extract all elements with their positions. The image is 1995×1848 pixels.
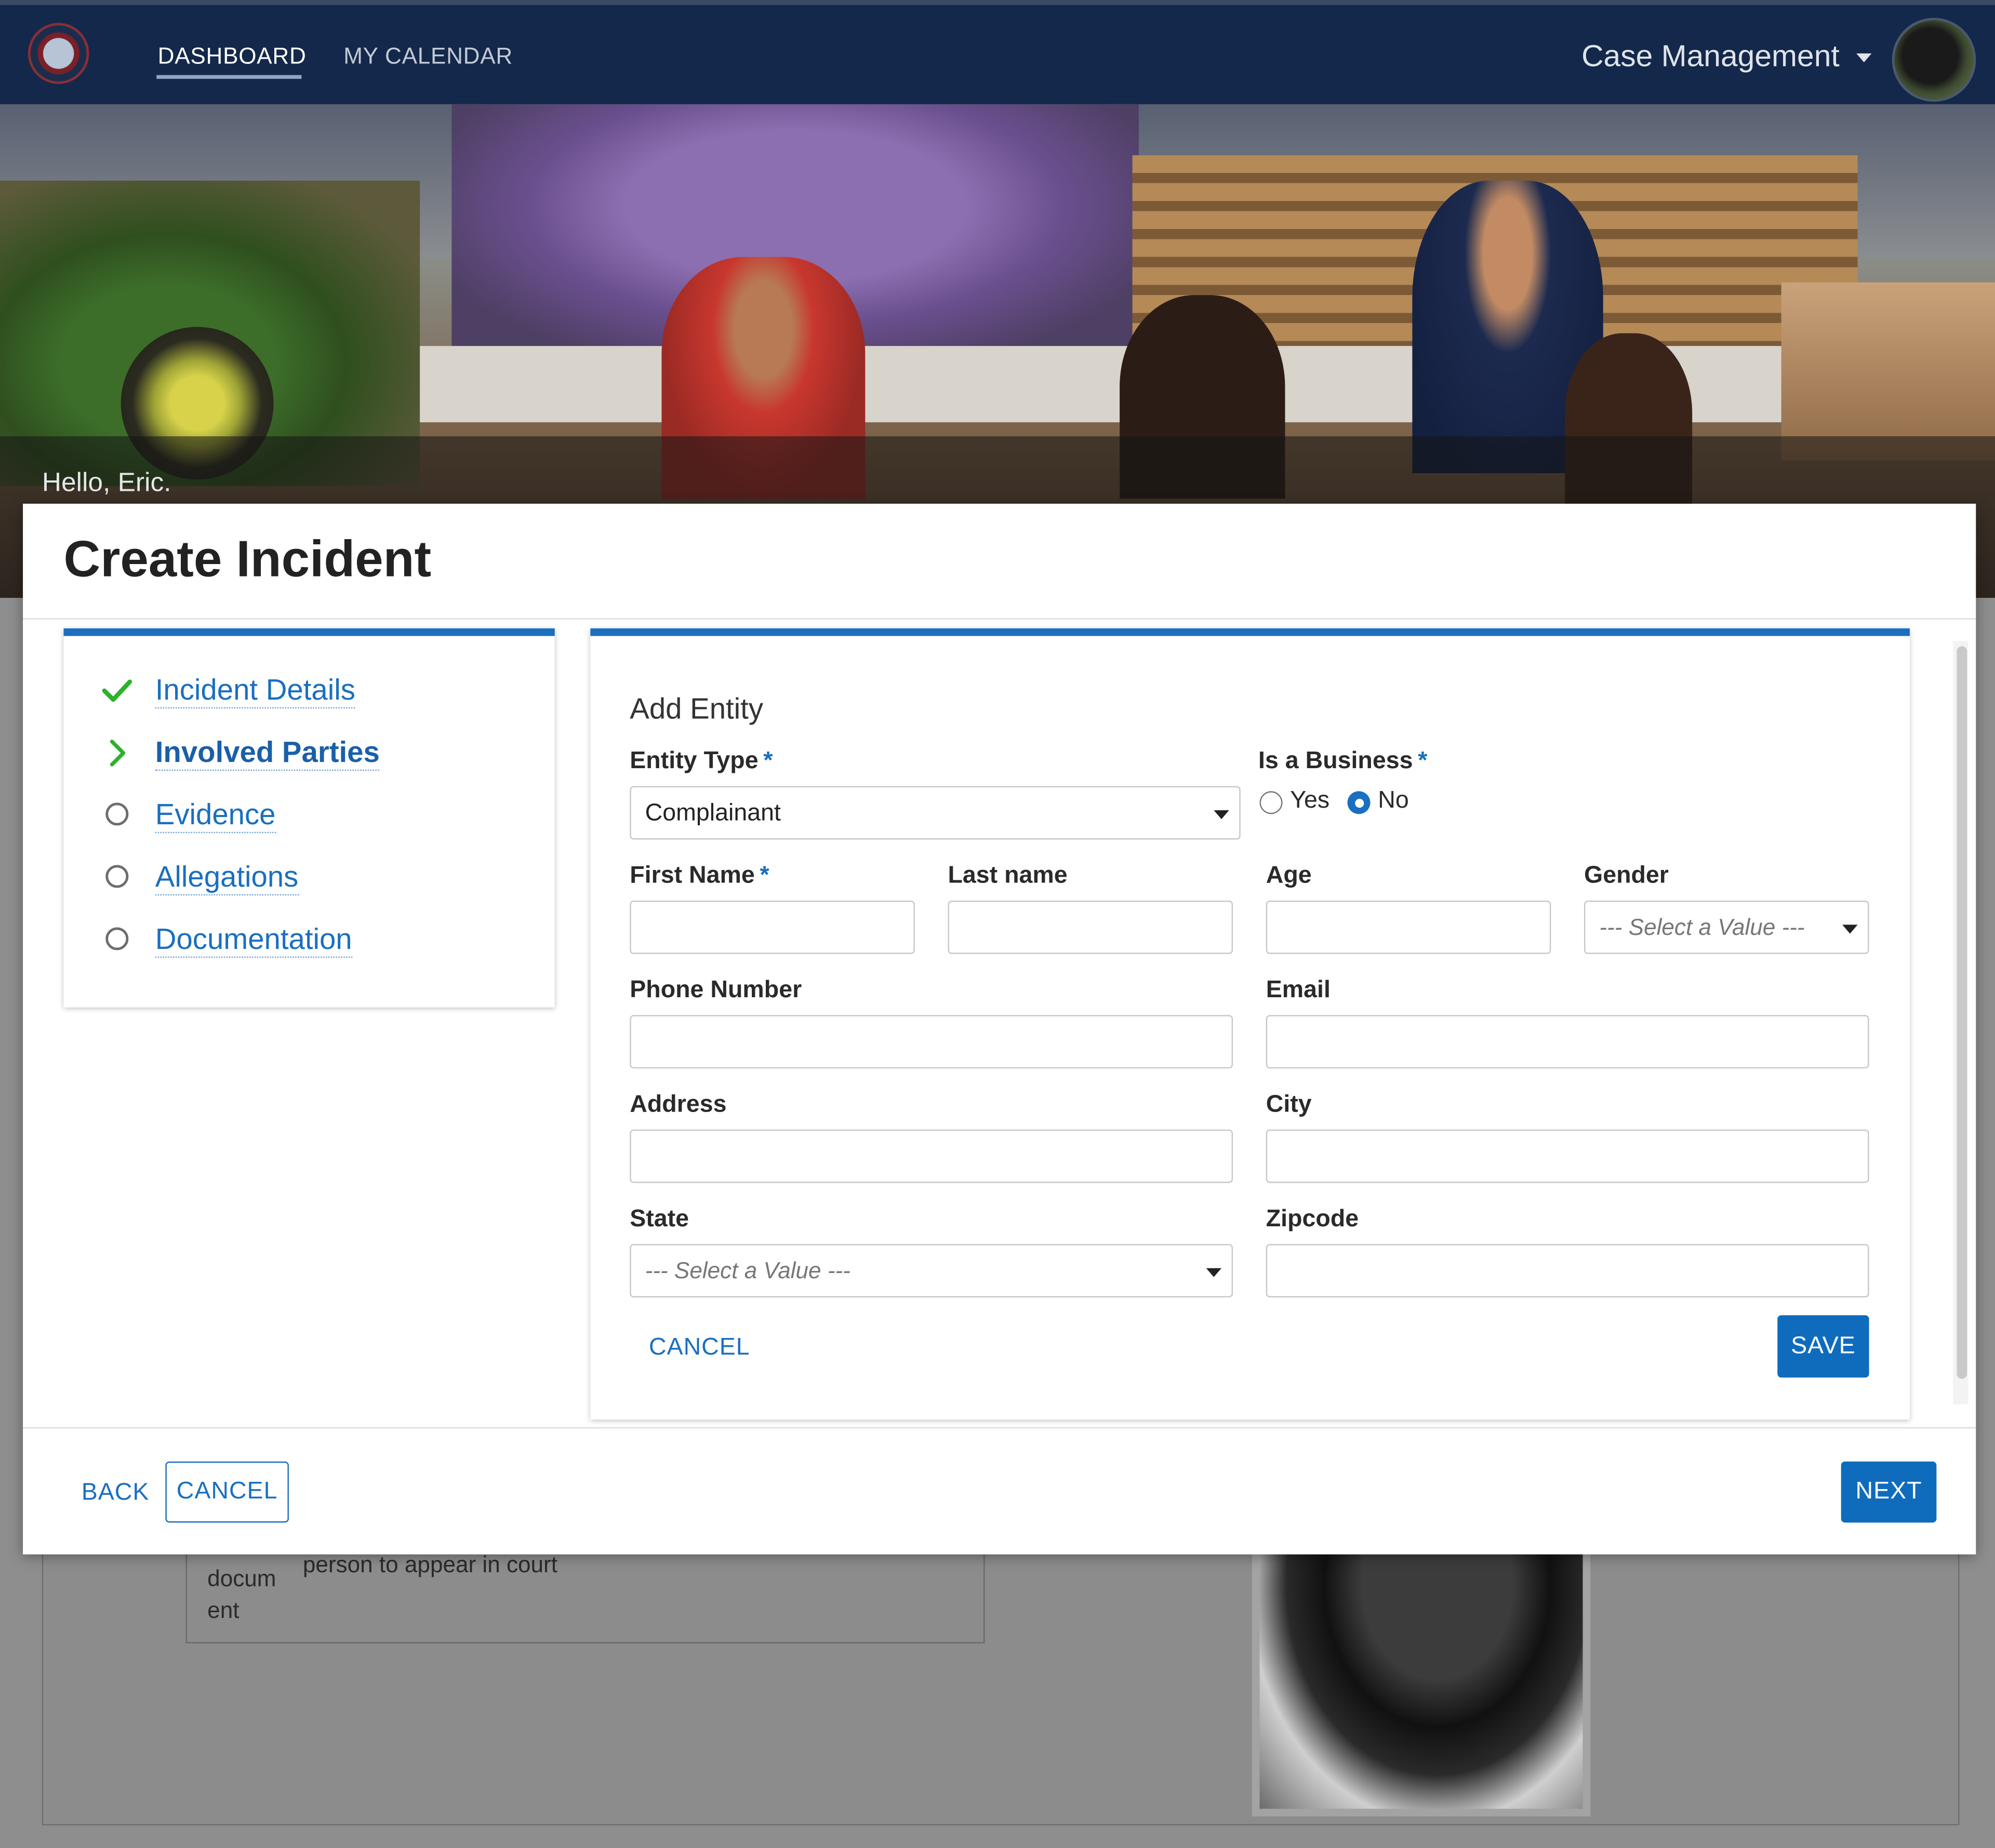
age-label: Age [1266,862,1312,889]
step-label-involved-parties[interactable]: Involved Parties [155,734,380,771]
circle-icon [105,802,129,826]
step-incident-details[interactable]: Incident Details [63,672,554,709]
address-label: Address [630,1091,727,1118]
is-business-no-label[interactable]: No [1378,787,1409,815]
top-nav-bar: DASHBOARD MY CALENDAR Case Management [0,0,1995,104]
age-input[interactable] [1266,900,1551,954]
step-label-allegations[interactable]: Allegations [155,859,299,896]
step-documentation[interactable]: Documentation [63,921,554,959]
state-label: State [630,1206,689,1233]
state-select[interactable]: --- Select a Value --- [630,1244,1233,1297]
entity-type-value: Complainant [645,800,781,827]
modal-header-divider [23,618,1976,620]
next-button[interactable]: NEXT [1841,1461,1937,1523]
gender-placeholder: --- Select a Value --- [1599,914,1805,940]
modal-footer-divider [23,1427,1976,1429]
first-name-input[interactable] [630,900,915,954]
wizard-steps-panel: Incident Details Involved Parties Eviden… [63,628,555,1008]
email-input[interactable] [1266,1015,1869,1069]
city-input[interactable] [1266,1129,1869,1183]
caret-down-icon [1214,810,1229,820]
modal-title: Create Incident [63,531,432,588]
modal-cancel-button[interactable]: CANCEL [165,1461,289,1523]
background-text-document-b: ent [207,1597,240,1623]
add-entity-form: Add Entity Entity Type * Complainant Is a… [590,628,1910,1420]
create-incident-modal: Create Incident Incident Details Involve… [23,503,1976,1555]
first-name-label: First Name * [630,862,769,889]
modal-scrollbar-thumb[interactable] [1957,646,1967,1379]
step-label-incident-details[interactable]: Incident Details [155,672,355,709]
app-menu-dropdown[interactable]: Case Management [1581,39,1840,75]
is-business-no-radio[interactable] [1347,791,1371,814]
app-viewport: DASHBOARD MY CALENDAR Case Management He… [0,0,1995,1848]
zipcode-input[interactable] [1266,1244,1869,1297]
is-business-label: Is a Business * [1258,748,1428,775]
caret-down-icon [1206,1268,1222,1277]
chevron-right-icon [110,740,126,767]
required-marker: * [1418,748,1428,775]
background-text-document-a: docum [207,1565,276,1591]
back-button[interactable]: BACK [82,1479,150,1507]
phone-number-label: Phone Number [630,976,802,1004]
step-evidence[interactable]: Evidence [63,796,554,834]
email-label: Email [1266,976,1331,1004]
step-allegations[interactable]: Allegations [63,859,554,896]
gender-label: Gender [1584,862,1669,889]
circle-icon [105,927,129,950]
is-business-yes-label[interactable]: Yes [1290,787,1329,815]
nav-tab-my-calendar[interactable]: MY CALENDAR [343,43,513,70]
agency-logo-icon[interactable] [30,25,87,82]
address-input[interactable] [630,1129,1233,1183]
circle-icon [105,865,129,888]
caret-down-icon [1842,925,1858,934]
required-marker: * [763,748,773,775]
section-title: Add Entity [630,692,764,725]
entity-cancel-button[interactable]: CANCEL [649,1334,750,1362]
chevron-down-icon[interactable] [1856,53,1872,63]
check-icon [102,679,132,702]
zipcode-label: Zipcode [1266,1206,1359,1233]
entity-save-button[interactable]: SAVE [1777,1315,1869,1378]
entity-type-select[interactable]: Complainant [630,786,1241,840]
step-involved-parties[interactable]: Involved Parties [63,734,554,772]
last-name-label: Last name [948,862,1068,889]
state-placeholder: --- Select a Value --- [645,1258,850,1284]
background-page-content: docum ent person to appear in court [42,1526,1960,1826]
city-label: City [1266,1091,1312,1118]
required-marker: * [760,862,769,889]
user-avatar[interactable] [1894,20,1974,100]
greeting-text: Hello, Eric. [42,468,171,498]
is-business-yes-radio[interactable] [1259,791,1283,814]
background-photo [1252,1528,1591,1817]
active-tab-underline [156,75,302,79]
step-label-documentation[interactable]: Documentation [155,921,352,958]
step-label-evidence[interactable]: Evidence [155,796,276,834]
phone-number-input[interactable] [630,1015,1233,1069]
nav-tab-dashboard[interactable]: DASHBOARD [158,43,307,70]
gender-select[interactable]: --- Select a Value --- [1584,900,1869,954]
entity-type-label: Entity Type * [630,748,773,775]
last-name-input[interactable] [948,900,1233,954]
